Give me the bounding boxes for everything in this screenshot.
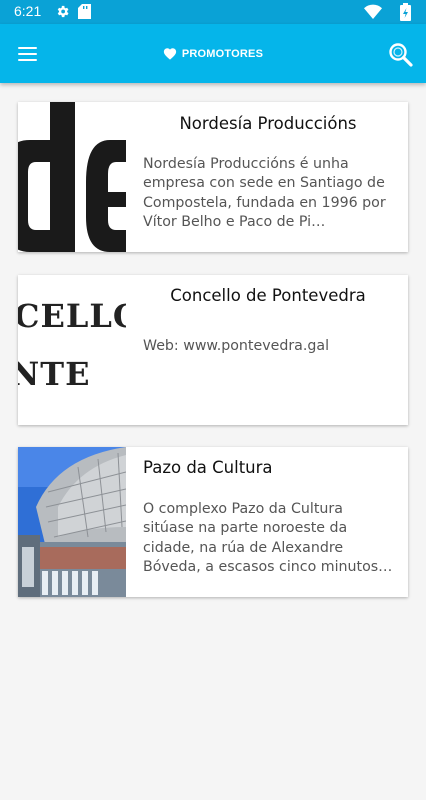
svg-text:CELLO: CELLO bbox=[18, 297, 126, 335]
promoter-title: Nordesía Produccións bbox=[179, 114, 357, 133]
promoter-title: Concello de Pontevedra bbox=[170, 286, 366, 305]
promoter-description: O complexo Pazo da Cultura sitúase na pa… bbox=[143, 501, 379, 575]
app-bar: PROMOTORES bbox=[0, 24, 426, 83]
promoter-card-nordesia[interactable]: Nordesía Produccións Nordesía Producción… bbox=[18, 102, 408, 252]
promoter-card-concello[interactable]: CELLO NTE Concello de Pontevedra Web: ww… bbox=[18, 275, 408, 425]
sd-card-icon bbox=[78, 4, 91, 19]
page-title: PROMOTORES bbox=[181, 47, 264, 60]
app-bar-title-group: PROMOTORES bbox=[0, 24, 426, 83]
wifi-icon bbox=[364, 4, 382, 19]
status-bar: 6:21 bbox=[0, 0, 426, 24]
promoter-title: Pazo da Cultura bbox=[143, 458, 273, 477]
promoter-thumbnail bbox=[18, 102, 126, 252]
heart-icon bbox=[163, 48, 176, 60]
svg-text:NTE: NTE bbox=[18, 355, 90, 393]
pazo-da-cultura-photo bbox=[18, 447, 126, 597]
promoter-description: Nordesía Produccións é unha empresa con … bbox=[143, 156, 386, 230]
gear-icon bbox=[57, 5, 69, 18]
battery-icon bbox=[400, 3, 411, 21]
concello-logo: CELLO NTE bbox=[18, 275, 126, 425]
promoter-thumbnail bbox=[18, 447, 126, 597]
promoter-description: Web: www.pontevedra.gal bbox=[143, 338, 330, 354]
search-icon[interactable] bbox=[386, 40, 416, 70]
promoter-thumbnail: CELLO NTE bbox=[18, 275, 126, 425]
promoter-card-pazo[interactable]: Pazo da Cultura O complexo Pazo da Cultu… bbox=[18, 447, 408, 597]
status-time: 6:21 bbox=[14, 3, 42, 19]
nordesia-logo bbox=[18, 102, 126, 252]
